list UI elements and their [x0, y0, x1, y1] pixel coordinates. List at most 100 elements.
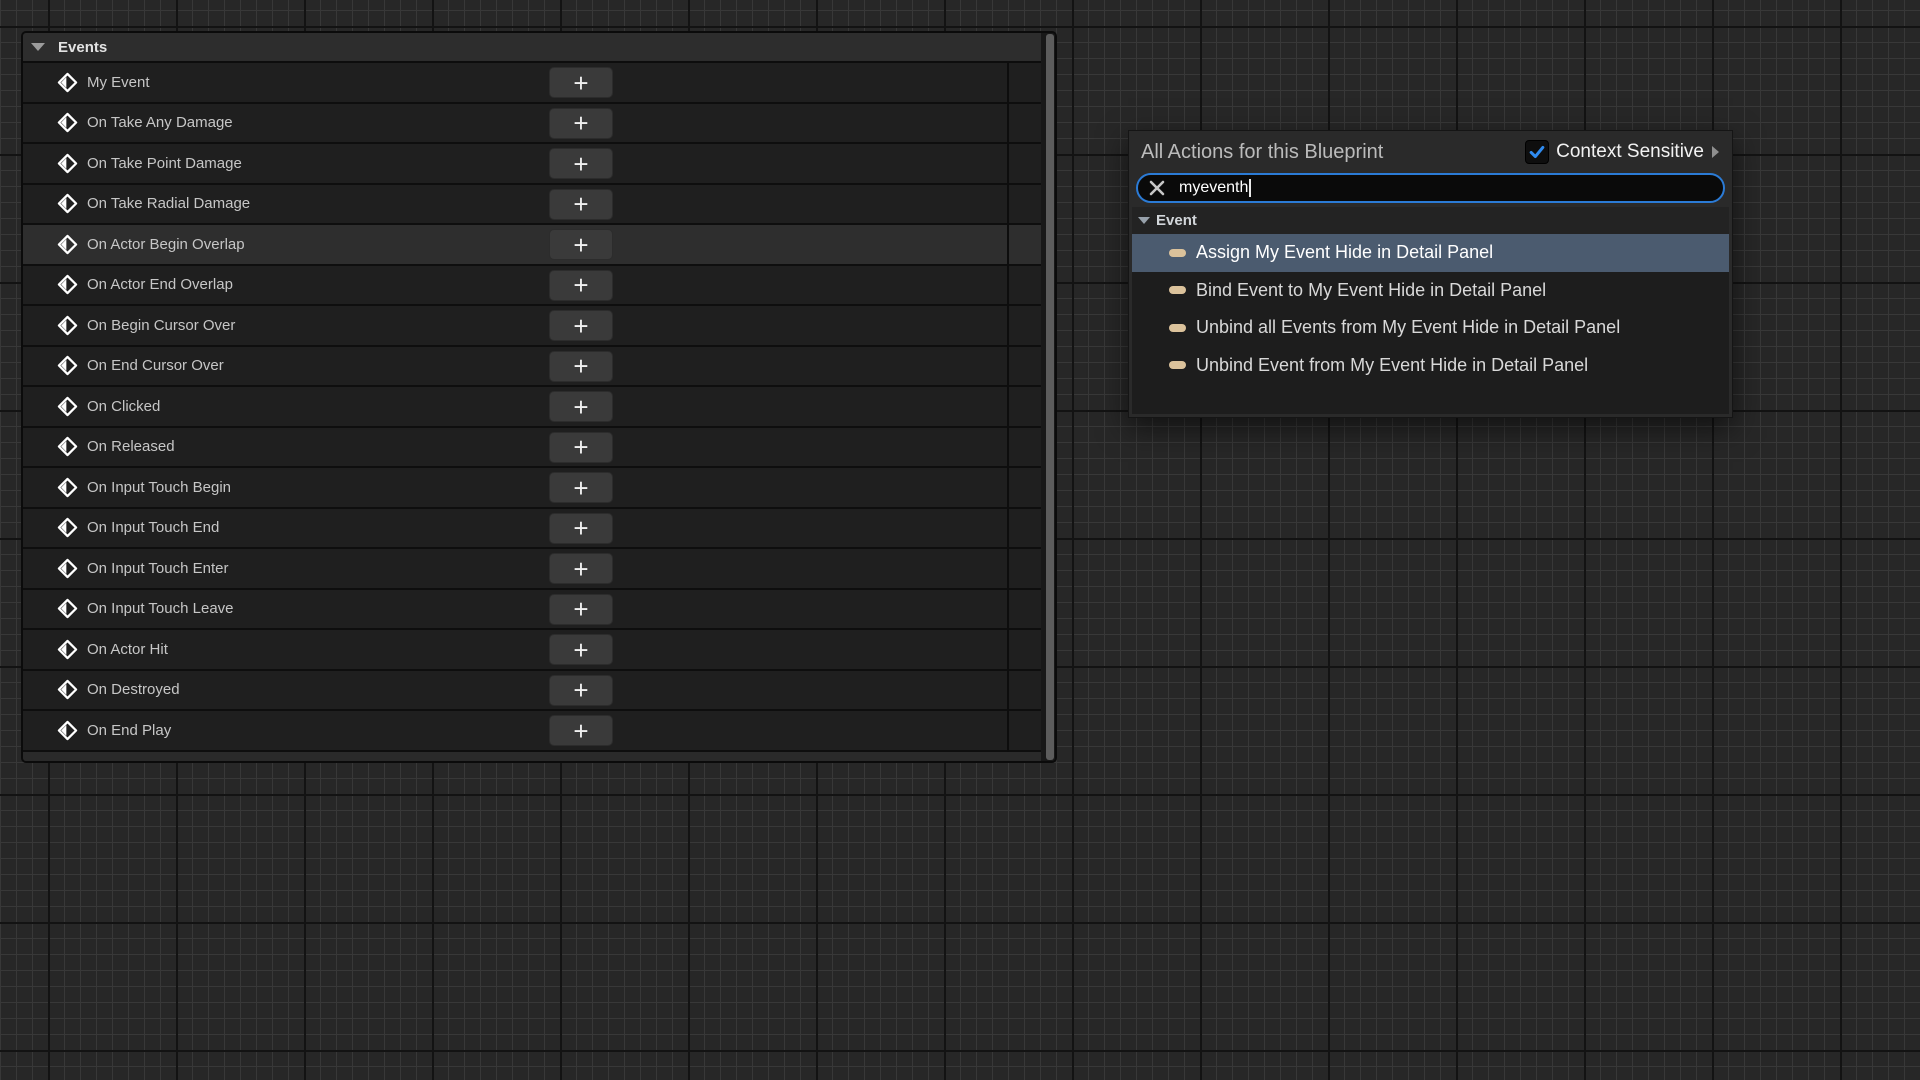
- event-diamond-icon: [57, 234, 78, 255]
- event-row-label: On Destroyed: [87, 681, 180, 698]
- add-event-button[interactable]: +: [549, 513, 613, 544]
- plus-icon: +: [573, 637, 588, 663]
- add-event-button[interactable]: +: [549, 189, 613, 220]
- add-event-button[interactable]: +: [549, 391, 613, 422]
- actions-result-list: Event Assign My Event Hide in Detail Pan…: [1132, 207, 1729, 414]
- add-event-button[interactable]: +: [549, 148, 613, 179]
- plus-icon: +: [573, 475, 588, 501]
- category-collapse-icon[interactable]: [1138, 217, 1150, 224]
- search-value: myeventh: [1179, 179, 1248, 197]
- context-sensitive-label: Context Sensitive: [1556, 141, 1704, 163]
- event-row-hovered[interactable]: On Actor Begin Overlap +: [23, 225, 1041, 266]
- event-diamond-icon: [57, 679, 78, 700]
- plus-icon: +: [573, 110, 588, 136]
- event-row[interactable]: On Destroyed +: [23, 671, 1041, 712]
- event-diamond-icon: [57, 72, 78, 93]
- plus-icon: +: [573, 191, 588, 217]
- plus-icon: +: [573, 434, 588, 460]
- add-event-button[interactable]: +: [549, 229, 613, 260]
- triangle-right-icon[interactable]: [1712, 146, 1719, 158]
- add-event-button[interactable]: +: [549, 715, 613, 746]
- event-row[interactable]: On Take Point Damage +: [23, 144, 1041, 185]
- plus-icon: +: [573, 515, 588, 541]
- add-event-button[interactable]: +: [549, 108, 613, 139]
- event-row[interactable]: On Clicked +: [23, 387, 1041, 428]
- add-event-button[interactable]: +: [549, 310, 613, 341]
- event-diamond-icon: [57, 720, 78, 741]
- event-row[interactable]: On Input Touch Leave +: [23, 590, 1041, 631]
- action-item-label: Unbind all Events from My Event Hide in …: [1196, 317, 1620, 338]
- event-row[interactable]: My Event +: [23, 63, 1041, 104]
- column-divider[interactable]: [1007, 63, 1009, 752]
- event-row-label: On Released: [87, 438, 175, 455]
- panel-footer: [23, 752, 1041, 762]
- event-diamond-icon: [57, 193, 78, 214]
- action-item-selected[interactable]: Assign My Event Hide in Detail Panel: [1132, 234, 1729, 272]
- action-item[interactable]: Unbind Event from My Event Hide in Detai…: [1132, 347, 1729, 385]
- scrollbar-track[interactable]: [1041, 33, 1055, 761]
- event-diamond-icon: [57, 274, 78, 295]
- add-event-button[interactable]: +: [549, 472, 613, 503]
- event-row-label: On End Cursor Over: [87, 357, 224, 374]
- event-diamond-icon: [57, 517, 78, 538]
- context-sensitive-checkbox[interactable]: [1525, 140, 1549, 164]
- action-item-label: Bind Event to My Event Hide in Detail Pa…: [1196, 280, 1546, 301]
- event-row[interactable]: On Take Radial Damage +: [23, 185, 1041, 226]
- event-diamond-icon: [57, 153, 78, 174]
- event-row-label: On Input Touch Enter: [87, 560, 228, 577]
- add-event-button[interactable]: +: [549, 67, 613, 98]
- event-row[interactable]: On Input Touch End +: [23, 509, 1041, 550]
- event-diamond-icon: [57, 112, 78, 133]
- clear-x-icon[interactable]: [1148, 179, 1166, 197]
- event-row[interactable]: On Input Touch Begin +: [23, 468, 1041, 509]
- event-diamond-icon: [57, 598, 78, 619]
- action-item[interactable]: Bind Event to My Event Hide in Detail Pa…: [1132, 272, 1729, 310]
- add-event-button[interactable]: +: [549, 634, 613, 665]
- event-row-label: My Event: [87, 74, 150, 91]
- plus-icon: +: [573, 313, 588, 339]
- plus-icon: +: [573, 272, 588, 298]
- event-row[interactable]: On Actor End Overlap +: [23, 266, 1041, 307]
- events-section-header[interactable]: Events: [23, 33, 1041, 63]
- delegate-pill-icon: [1169, 249, 1186, 257]
- action-item-label: Unbind Event from My Event Hide in Detai…: [1196, 355, 1588, 376]
- event-row[interactable]: On End Play +: [23, 711, 1041, 752]
- add-event-button[interactable]: +: [549, 351, 613, 382]
- event-row-label: On End Play: [87, 722, 171, 739]
- event-diamond-icon: [57, 558, 78, 579]
- collapse-triangle-icon[interactable]: [31, 43, 45, 51]
- event-diamond-icon: [57, 436, 78, 457]
- event-row[interactable]: On Input Touch Enter +: [23, 549, 1041, 590]
- action-item-label: Assign My Event Hide in Detail Panel: [1196, 242, 1493, 263]
- add-event-button[interactable]: +: [549, 432, 613, 463]
- event-diamond-icon: [57, 355, 78, 376]
- add-event-button[interactable]: +: [549, 594, 613, 625]
- event-row[interactable]: On Take Any Damage +: [23, 104, 1041, 145]
- plus-icon: +: [573, 353, 588, 379]
- event-row[interactable]: On End Cursor Over +: [23, 347, 1041, 388]
- event-row[interactable]: On Actor Hit +: [23, 630, 1041, 671]
- event-row[interactable]: On Begin Cursor Over +: [23, 306, 1041, 347]
- add-event-button[interactable]: +: [549, 675, 613, 706]
- text-caret: [1249, 179, 1251, 197]
- add-event-button[interactable]: +: [549, 553, 613, 584]
- event-row-label: On Begin Cursor Over: [87, 317, 235, 334]
- event-diamond-icon: [57, 477, 78, 498]
- event-row-label: On Take Radial Damage: [87, 195, 250, 212]
- plus-icon: +: [573, 394, 588, 420]
- context-sensitive-group: Context Sensitive: [1525, 140, 1719, 164]
- plus-icon: +: [573, 718, 588, 744]
- event-diamond-icon: [57, 396, 78, 417]
- category-row-event[interactable]: Event: [1132, 207, 1729, 234]
- event-diamond-icon: [57, 315, 78, 336]
- delegate-pill-icon: [1169, 324, 1186, 332]
- scrollbar-thumb[interactable]: [1046, 34, 1054, 760]
- event-diamond-icon: [57, 639, 78, 660]
- delegate-pill-icon: [1169, 361, 1186, 369]
- add-event-button[interactable]: +: [549, 270, 613, 301]
- event-row-label: On Input Touch Begin: [87, 479, 231, 496]
- action-item[interactable]: Unbind all Events from My Event Hide in …: [1132, 309, 1729, 347]
- search-input[interactable]: myeventh: [1136, 173, 1725, 203]
- event-row[interactable]: On Released +: [23, 428, 1041, 469]
- category-label: Event: [1156, 212, 1197, 229]
